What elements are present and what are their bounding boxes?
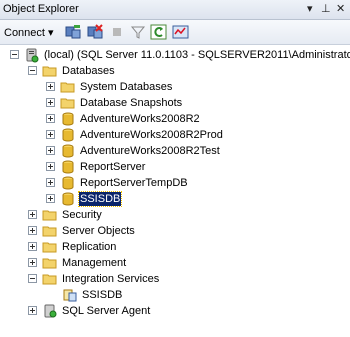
- expand-toggle[interactable]: [46, 178, 55, 187]
- expand-toggle[interactable]: [46, 114, 55, 123]
- tree-node-sql-server-agent[interactable]: SQL Server Agent: [0, 303, 350, 319]
- expand-toggle[interactable]: [46, 194, 55, 203]
- ssis-catalog-label: SSISDB: [82, 289, 123, 301]
- database-snapshots-label: Database Snapshots: [80, 97, 183, 109]
- connect-object-explorer-icon[interactable]: [64, 23, 82, 41]
- tree-node-database[interactable]: AdventureWorks2008R2Prod: [0, 127, 350, 143]
- database-label: AdventureWorks2008R2: [80, 113, 200, 125]
- expand-toggle[interactable]: [46, 146, 55, 155]
- database-icon: [60, 111, 76, 127]
- tree-node-security[interactable]: Security: [0, 207, 350, 223]
- management-label: Management: [62, 257, 127, 269]
- database-label: AdventureWorks2008R2Prod: [80, 129, 223, 141]
- expand-toggle[interactable]: [28, 258, 37, 267]
- folder-icon: [60, 95, 76, 111]
- connect-button[interactable]: Connect ▾: [4, 23, 54, 41]
- expand-toggle[interactable]: [46, 98, 55, 107]
- tree-node-system-databases[interactable]: System Databases: [0, 79, 350, 95]
- disconnect-icon[interactable]: [86, 23, 104, 41]
- refresh-icon[interactable]: [150, 23, 168, 41]
- tree-node-management[interactable]: Management: [0, 255, 350, 271]
- folder-icon: [60, 79, 76, 95]
- tree-node-ssis-catalog[interactable]: SSISDB: [0, 287, 350, 303]
- tree-node-server-objects[interactable]: Server Objects: [0, 223, 350, 239]
- security-label: Security: [62, 209, 102, 221]
- folder-icon: [42, 239, 58, 255]
- tree-node-database-selected[interactable]: SSISDB: [0, 191, 350, 207]
- database-icon: [60, 143, 76, 159]
- connect-label: Connect ▾: [4, 26, 54, 39]
- ssis-catalog-icon: [62, 287, 78, 303]
- window-position-dropdown-icon[interactable]: ▾: [307, 2, 313, 15]
- tree-node-database[interactable]: AdventureWorks2008R2: [0, 111, 350, 127]
- expand-toggle[interactable]: [28, 210, 37, 219]
- object-explorer-toolbar: Connect ▾: [0, 20, 350, 45]
- expand-toggle[interactable]: [46, 162, 55, 171]
- database-label-selected: SSISDB: [77, 191, 123, 207]
- expand-toggle[interactable]: [28, 242, 37, 251]
- database-label: ReportServerTempDB: [80, 177, 188, 189]
- folder-icon: [42, 207, 58, 223]
- collapse-toggle[interactable]: [28, 274, 37, 283]
- tree-node-databases[interactable]: Databases: [0, 63, 350, 79]
- tree-node-database[interactable]: AdventureWorks2008R2Test: [0, 143, 350, 159]
- close-icon[interactable]: ✕: [336, 2, 345, 15]
- folder-open-icon: [42, 271, 58, 287]
- database-icon: [60, 175, 76, 191]
- sql-agent-label: SQL Server Agent: [62, 305, 151, 317]
- database-label: AdventureWorks2008R2Test: [80, 145, 220, 157]
- stop-icon[interactable]: [110, 23, 124, 41]
- replication-label: Replication: [62, 241, 117, 253]
- integration-services-label: Integration Services: [62, 273, 160, 285]
- folder-icon: [42, 223, 58, 239]
- tree-node-database[interactable]: ReportServer: [0, 159, 350, 175]
- expand-toggle[interactable]: [46, 130, 55, 139]
- tree-node-integration-services[interactable]: Integration Services: [0, 271, 350, 287]
- expand-toggle[interactable]: [28, 306, 37, 315]
- server-label: (local) (SQL Server 11.0.1103 - SQLSERVE…: [44, 49, 350, 61]
- databases-label: Databases: [62, 65, 115, 77]
- server-objects-label: Server Objects: [62, 225, 135, 237]
- database-icon: [60, 159, 76, 175]
- tree-node-server[interactable]: (local) (SQL Server 11.0.1103 - SQLSERVE…: [0, 47, 350, 63]
- pin-icon[interactable]: ⊥: [321, 2, 331, 15]
- folder-icon: [42, 255, 58, 271]
- activity-monitor-icon[interactable]: [172, 23, 190, 41]
- database-label: ReportServer: [80, 161, 146, 173]
- filter-icon[interactable]: [130, 23, 146, 41]
- collapse-toggle[interactable]: [10, 50, 19, 59]
- database-icon: [60, 127, 76, 143]
- sql-agent-icon: [42, 303, 58, 319]
- folder-open-icon: [42, 63, 58, 79]
- object-explorer-tree: (local) (SQL Server 11.0.1103 - SQLSERVE…: [0, 45, 350, 337]
- tree-node-replication[interactable]: Replication: [0, 239, 350, 255]
- panel-title: Object Explorer: [3, 3, 79, 15]
- server-connected-icon: [24, 47, 40, 63]
- collapse-toggle[interactable]: [28, 66, 37, 75]
- database-icon: [60, 191, 76, 207]
- tree-node-database-snapshots[interactable]: Database Snapshots: [0, 95, 350, 111]
- panel-titlebar: Object Explorer ▾ ⊥ ✕: [0, 0, 350, 20]
- tree-node-database[interactable]: ReportServerTempDB: [0, 175, 350, 191]
- system-databases-label: System Databases: [80, 81, 173, 93]
- expand-toggle[interactable]: [46, 82, 55, 91]
- expand-toggle[interactable]: [28, 226, 37, 235]
